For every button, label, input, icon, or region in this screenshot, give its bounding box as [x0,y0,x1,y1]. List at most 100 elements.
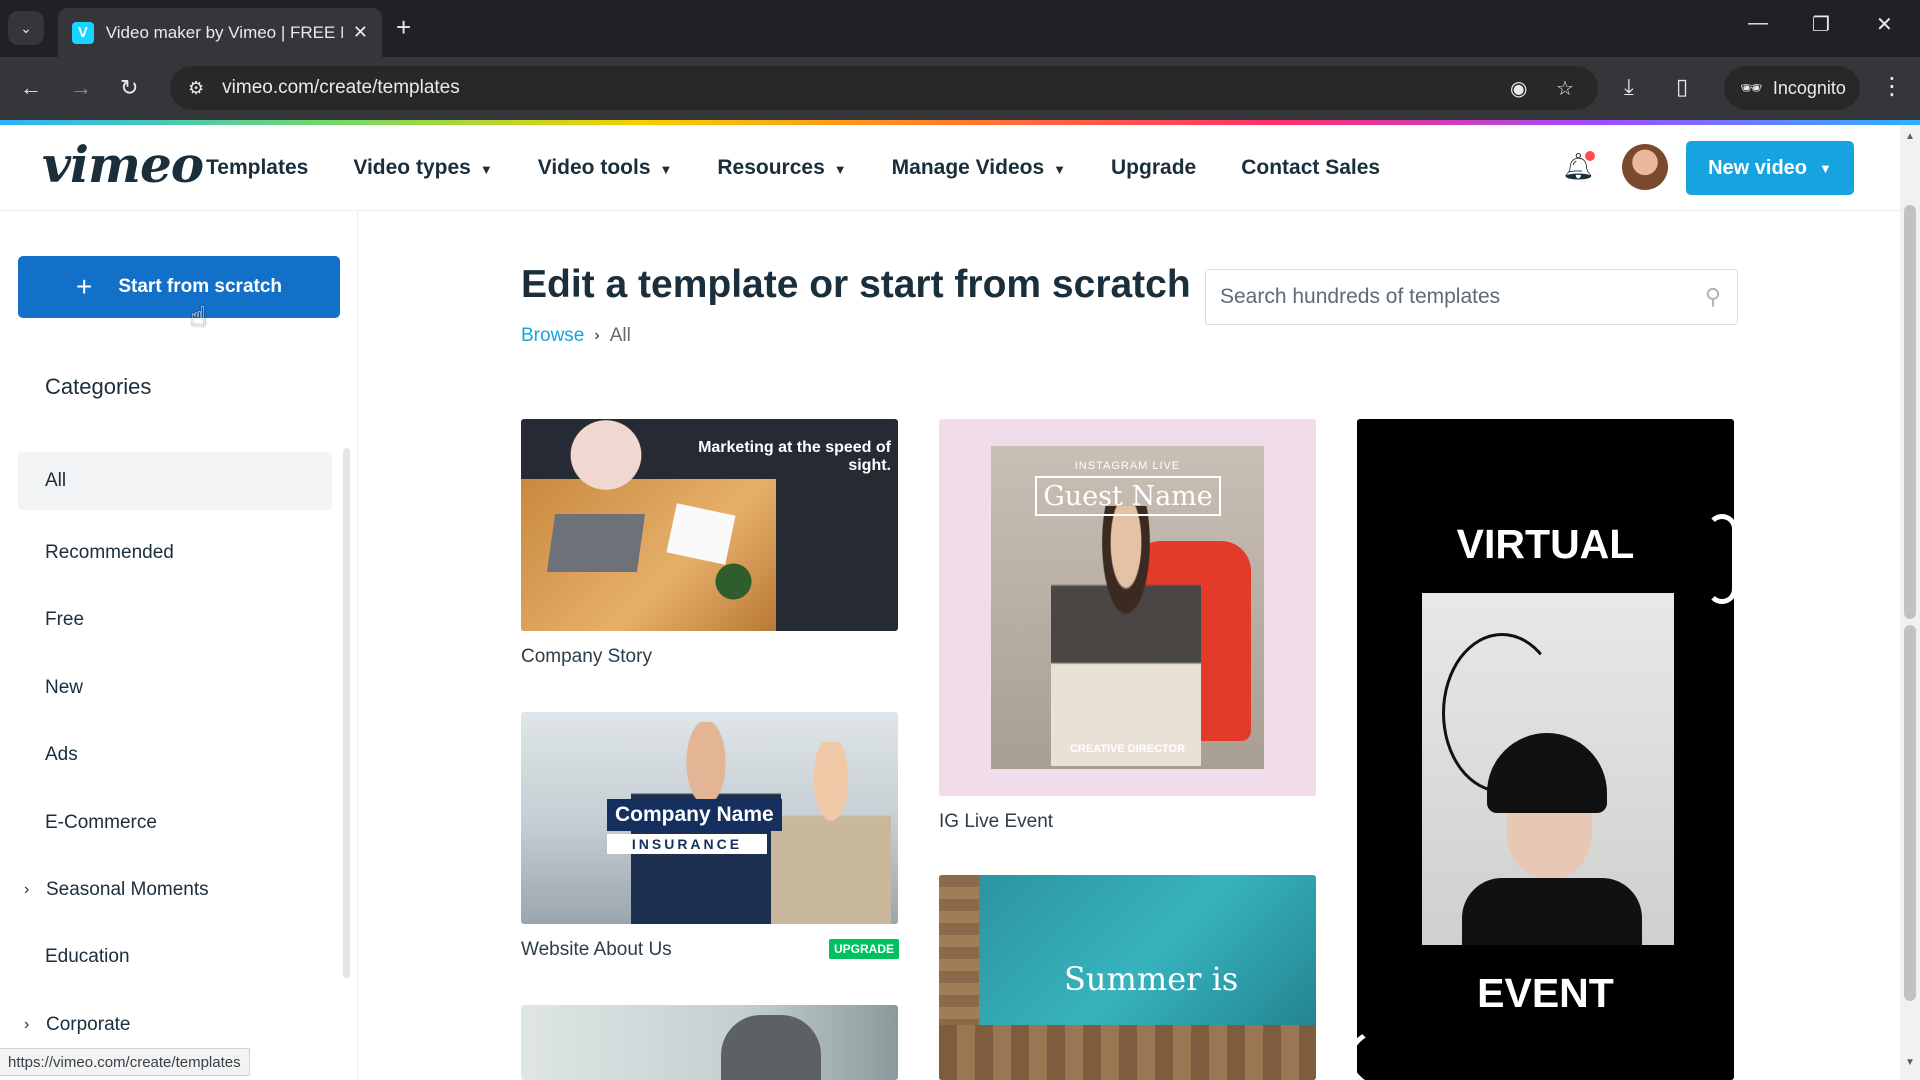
template-label-website-about-us[interactable]: Website About Us [521,939,672,961]
new-tab-plus-icon[interactable]: + [396,12,411,43]
woman-illustration [1051,506,1201,766]
sidebar: + Start from scratch ☝ Categories All Re… [0,212,358,1080]
scroll-down-arrow-icon[interactable]: ▼ [1905,1057,1915,1068]
template-thumb-virtual-event[interactable]: VIRTUAL EVENT [1357,419,1734,1080]
category-new[interactable]: New [18,654,332,721]
chevron-right-icon: › [594,327,600,344]
template-label-company-story[interactable]: Company Story [521,646,652,668]
status-bar-url: https://vimeo.com/create/templates [0,1048,250,1076]
minimize-icon[interactable]: — [1748,12,1768,35]
breadcrumb-browse-link[interactable]: Browse [521,325,584,347]
template-thumb-ig-live-event[interactable]: INSTAGRAM LIVE Guest Name CREATIVE DIREC… [939,419,1316,796]
browser-tab-active[interactable]: V Video maker by Vimeo | FREE M ✕ [58,8,382,57]
close-window-icon[interactable]: ✕ [1876,12,1893,37]
sidebar-scrollbar[interactable] [343,448,350,978]
category-recommended[interactable]: Recommended [18,519,332,586]
site-header: vimeo Templates Video types ▼ Video tools… [0,125,1900,211]
template-thumb-website-about-us[interactable]: Company Name INSURANCE [521,712,898,924]
vimeo-logo[interactable]: vimeo [42,135,204,194]
nav-label: Manage Videos [891,156,1045,179]
scrollbar-track-lower[interactable] [1904,625,1916,1001]
categories-heading: Categories [45,374,152,399]
category-list: All Recommended Free New Ads E-Commerce … [18,452,332,1059]
chevron-down-icon: ▼ [833,162,847,177]
scrollbar-thumb[interactable] [1904,205,1916,619]
user-avatar[interactable] [1622,144,1668,190]
browser-toolbar: ← → ↻ ⚙ vimeo.com/create/templates ◉ ☆ ⤓… [0,57,1920,120]
start-from-scratch-label: Start from scratch [118,276,283,297]
tab-title: Video maker by Vimeo | FREE M [105,22,343,42]
template-search[interactable]: ⚲ [1205,269,1738,325]
person-illustration [721,1015,821,1080]
chevron-down-icon: ▼ [659,162,673,177]
notification-dot [1585,151,1595,161]
chevron-right-icon[interactable]: › [24,881,46,899]
category-label: New [45,676,84,698]
chevron-down-icon: ▼ [479,162,493,177]
category-seasonal-moments[interactable]: › Seasonal Moments [18,856,332,923]
template-thumb-summer[interactable]: Summer is [939,875,1316,1080]
browser-menu-icon[interactable]: ⋮ [1880,72,1904,101]
forward-arrow-icon[interactable]: → [70,75,92,101]
search-input[interactable] [1220,285,1690,309]
nav-video-tools[interactable]: Video tools ▼ [538,156,673,180]
decorative-curve [1357,1019,1487,1080]
browser-tab-bar: ⌄ V Video maker by Vimeo | FREE M ✕ + — … [0,0,1920,57]
template-thumb-company-story[interactable]: Marketing at the speed of sight. [521,419,898,631]
download-icon[interactable]: ⤓ [1624,74,1634,100]
nav-contact-sales[interactable]: Contact Sales [1241,156,1380,180]
new-video-button[interactable]: New video ▼ [1686,141,1854,195]
nav-templates[interactable]: Templates [206,156,308,180]
category-label: E-Commerce [45,811,157,833]
nav-video-types[interactable]: Video types ▼ [353,156,492,180]
close-tab-icon[interactable]: ✕ [353,22,368,43]
portrait-photo: INSTAGRAM LIVE Guest Name CREATIVE DIREC… [991,446,1264,769]
start-from-scratch-button[interactable]: + Start from scratch [18,256,340,318]
laptop-illustration [546,514,646,572]
back-arrow-icon[interactable]: ← [20,75,42,101]
category-label: Ads [45,744,78,766]
nav-resources[interactable]: Resources ▼ [717,156,846,180]
upgrade-badge: UPGRADE [829,939,899,959]
tab-search-chevron-icon[interactable]: ⌄ [8,11,44,45]
nav-label: Templates [206,156,309,179]
eye-off-icon[interactable]: ◉ [1510,76,1527,101]
category-education[interactable]: Education [18,924,332,991]
url-text[interactable]: vimeo.com/create/templates [222,77,460,99]
thumb-overlay-text: Marketing at the speed of sight. [698,439,891,474]
decorative-curve [1707,514,1734,604]
chevron-right-icon[interactable]: › [24,1016,46,1034]
vimeo-favicon-icon: V [72,21,94,44]
pool-edge-illustration [939,1025,1316,1080]
category-label: Seasonal Moments [46,879,209,901]
nav-label: Contact Sales [1241,156,1381,179]
site-info-icon[interactable]: ⚙ [188,78,204,99]
thumb-overlay-name: Guest Name [1035,476,1221,516]
main-nav: Templates Video types ▼ Video tools ▼ Reso… [206,125,1425,211]
side-panel-icon[interactable]: ▯ [1676,74,1688,100]
category-all[interactable]: All [18,452,332,510]
bookmark-star-icon[interactable]: ☆ [1556,76,1574,101]
category-e-commerce[interactable]: E-Commerce [18,789,332,856]
search-icon[interactable]: ⚲ [1705,284,1721,310]
category-free[interactable]: Free [18,587,332,654]
page-scrollbar[interactable]: ▲ ▼ [1900,125,1920,1080]
address-bar[interactable]: ⚙ vimeo.com/create/templates ◉ ☆ [170,66,1598,110]
scroll-up-arrow-icon[interactable]: ▲ [1905,131,1915,142]
nav-manage-videos[interactable]: Manage Videos ▼ [892,156,1066,180]
woman-illustration [771,742,891,924]
template-label-ig-live-event[interactable]: IG Live Event [939,811,1053,833]
incognito-icon: 🕶 [1740,77,1763,98]
thumb-overlay-name: Company Name [607,799,782,831]
category-label: Free [45,609,85,631]
incognito-indicator[interactable]: 🕶 Incognito [1724,66,1860,110]
page-title: Edit a template or start from scratch [521,263,1191,306]
nav-label: Video tools [537,156,651,179]
nav-upgrade[interactable]: Upgrade [1111,156,1196,180]
category-ads[interactable]: Ads [18,722,332,789]
new-video-label: New video [1708,156,1808,179]
reload-icon[interactable]: ↻ [120,75,138,101]
template-thumb-partial[interactable] [521,1005,898,1080]
category-label: Corporate [46,1013,131,1035]
restore-icon[interactable]: ❐ [1812,12,1830,37]
